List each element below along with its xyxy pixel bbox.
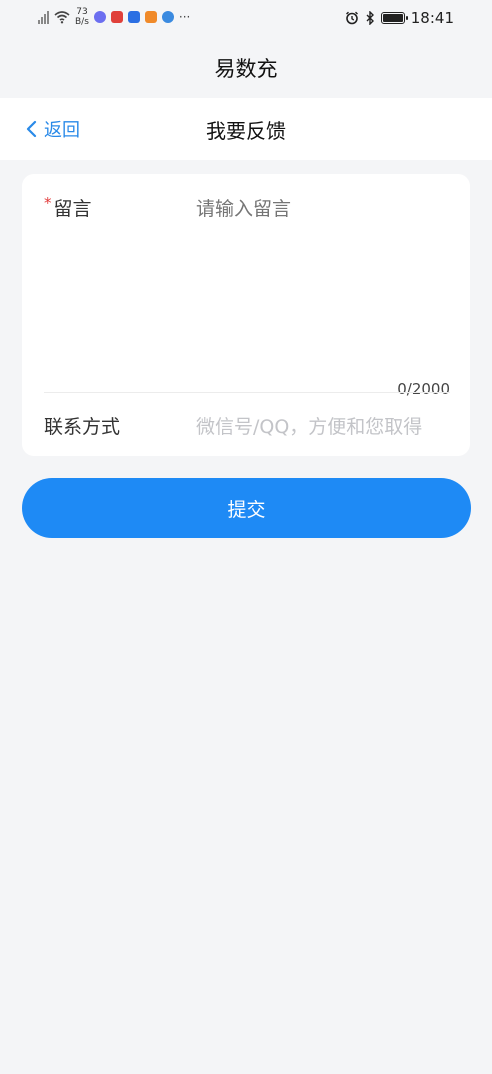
battery-level [382,14,403,22]
required-mark: * [44,194,52,212]
message-row: *留言 0/2000 [44,194,450,398]
contact-input[interactable]: 微信号/QQ，方便和您取得 [196,412,450,438]
message-label: * 留言 [44,194,92,221]
message-label-text: 留言 [53,198,92,220]
message-textarea[interactable] [196,194,450,344]
notification-app-icon [161,11,174,23]
status-left: 73 B/s ··· [38,7,190,27]
status-right: 18:41 [345,9,454,27]
feedback-form: *留言 0/2000 联系方式 微信号/QQ，方便和您取得 [22,174,470,456]
signal-icon [38,10,49,24]
nav-bar: 返回 我要反馈 [0,98,492,160]
notification-app-icon [144,11,157,23]
notification-app-icon [127,11,140,23]
more-notifications-icon: ··· [178,10,191,24]
notification-app-icon [110,11,123,23]
bluetooth-icon [366,11,374,25]
status-bar: 73 B/s ··· 18:41 [0,0,492,38]
app-title: 易数充 [0,38,492,98]
char-counter: 0/2000 [397,380,450,398]
wifi-icon [54,11,70,24]
alarm-icon [345,11,358,25]
divider [44,392,450,393]
net-speed: 73 B/s [75,7,89,27]
back-label: 返回 [44,120,80,141]
battery-icon [380,12,408,24]
status-time: 18:41 [410,9,454,27]
page-title: 我要反馈 [206,118,286,143]
chevron-left-icon [26,120,37,138]
notification-app-icon [93,11,106,23]
submit-button[interactable]: 提交 [22,478,471,538]
contact-label: 联系方式 [44,416,121,438]
back-button[interactable]: 返回 [26,98,80,160]
